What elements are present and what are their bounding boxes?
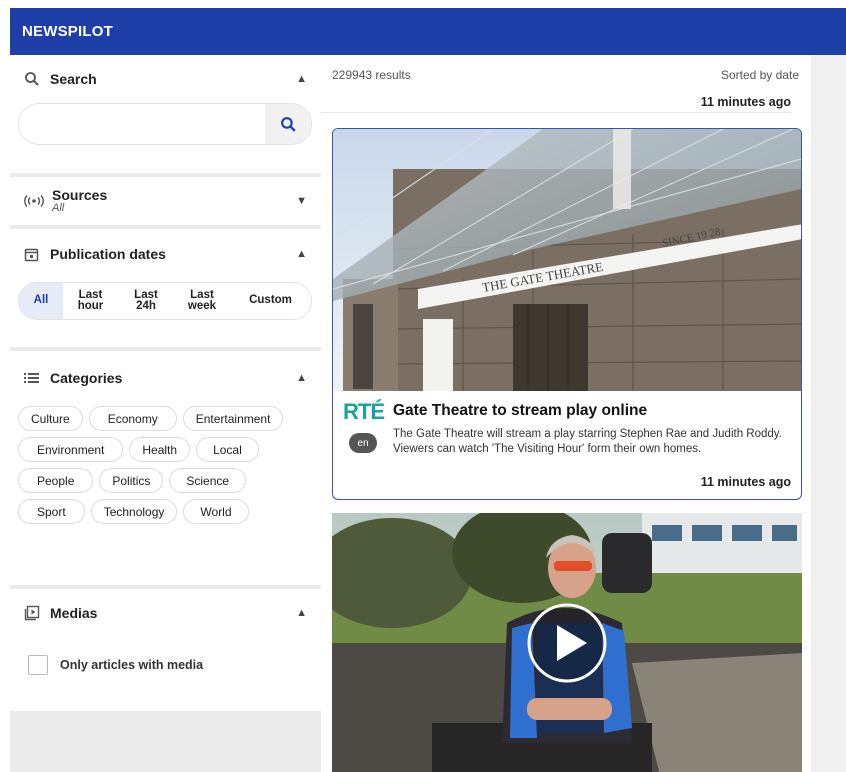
category-chip-politics[interactable]: Politics [99, 468, 164, 493]
chevron-up-icon[interactable]: ▲ [296, 372, 307, 384]
search-button[interactable] [265, 104, 311, 144]
medias-header[interactable]: Medias ▲ [10, 599, 321, 627]
app-title: NEWSPILOT [22, 23, 113, 40]
article-title[interactable]: Gate Theatre to stream play online [393, 402, 647, 420]
media-icon [24, 605, 46, 621]
list-icon [24, 372, 46, 384]
date-option-all[interactable]: All [19, 283, 63, 319]
publication-dates-title: Publication dates [50, 246, 166, 262]
search-title: Search [50, 71, 97, 87]
medias-title: Medias [50, 605, 98, 621]
category-chip-local[interactable]: Local [196, 437, 259, 462]
results-bar: 229943 results Sorted by date [321, 55, 811, 95]
date-filter-group: All Last hour Last 24h Last week Custom [18, 282, 312, 320]
date-option-last-week[interactable]: Last week [174, 283, 230, 319]
category-chip-technology[interactable]: Technology [90, 499, 178, 524]
category-chip-science[interactable]: Science [169, 468, 247, 493]
sidebar: Search ▲ Sources All ▼ Publication dates… [10, 55, 321, 772]
search-input[interactable] [19, 104, 265, 144]
category-chip-people[interactable]: People [18, 468, 94, 493]
category-chip-entertainment[interactable]: Entertainment [182, 406, 284, 431]
app-header: NEWSPILOT [10, 8, 846, 55]
scrollbar[interactable] [811, 55, 846, 772]
sources-panel: Sources All ▼ [10, 177, 321, 225]
sources-panel-header[interactable]: Sources All ▼ [10, 177, 321, 225]
date-option-last-hour[interactable]: Last hour [63, 283, 118, 319]
article-image[interactable]: THE GATE THEATRE SINCE 19 28 [333, 129, 801, 391]
sort-label[interactable]: Sorted by date [721, 68, 799, 82]
chevron-up-icon[interactable]: ▲ [296, 248, 307, 260]
category-chip-sport[interactable]: Sport [18, 499, 85, 524]
article-card[interactable]: THE GATE THEATRE SINCE 19 28 RTÉ Gate Th… [332, 128, 802, 500]
article-video-thumbnail[interactable] [332, 513, 802, 772]
sources-title: Sources [52, 186, 108, 203]
media-checkbox-label: Only articles with media [60, 658, 204, 672]
article-description: The Gate Theatre will stream a play star… [393, 428, 782, 455]
results-count: 229943 results [332, 68, 411, 82]
categories-panel: Categories ▲ Culture Economy Entertainme… [10, 351, 321, 585]
media-filter[interactable]: Only articles with media [28, 655, 203, 675]
medias-panel: Medias ▲ Only articles with media [10, 589, 321, 711]
date-option-last-24h[interactable]: Last 24h [118, 283, 174, 319]
language-badge: en [349, 433, 377, 453]
categories-title: Categories [50, 370, 123, 386]
category-chip-culture[interactable]: Culture [18, 406, 83, 431]
chevron-up-icon[interactable]: ▲ [296, 73, 307, 85]
chevron-down-icon[interactable]: ▼ [296, 195, 307, 207]
media-checkbox[interactable] [28, 655, 48, 675]
publication-dates-panel: Publication dates ▲ All Last hour Last 2… [10, 229, 321, 347]
search-icon [24, 71, 46, 87]
article-time: 11 minutes ago [700, 475, 791, 489]
source-logo[interactable]: RTÉ [343, 399, 385, 425]
category-chip-environment[interactable]: Environment [18, 437, 124, 462]
publication-dates-header[interactable]: Publication dates ▲ [10, 240, 321, 268]
category-chip-economy[interactable]: Economy [88, 406, 177, 431]
category-chip-world[interactable]: World [183, 499, 249, 524]
article-card[interactable] [332, 513, 802, 772]
previous-article-time: 11 minutes ago [321, 95, 791, 113]
results-area: 229943 results Sorted by date 11 minutes… [321, 55, 846, 772]
search-icon [280, 116, 296, 132]
chevron-up-icon[interactable]: ▲ [296, 607, 307, 619]
date-option-custom[interactable]: Custom [230, 283, 311, 319]
antenna-icon [24, 194, 46, 208]
category-chip-list: Culture Economy Entertainment Environmen… [18, 406, 314, 524]
search-panel: Search ▲ [10, 55, 321, 173]
sources-value: All [52, 201, 65, 214]
search-panel-header[interactable]: Search ▲ [10, 65, 321, 93]
calendar-icon [24, 247, 46, 262]
search-box [18, 103, 312, 145]
categories-header[interactable]: Categories ▲ [10, 364, 321, 392]
article-feed[interactable]: 11 minutes ago THE GATE THEATRE SINCE 19… [321, 95, 811, 772]
category-chip-health[interactable]: Health [129, 437, 191, 462]
